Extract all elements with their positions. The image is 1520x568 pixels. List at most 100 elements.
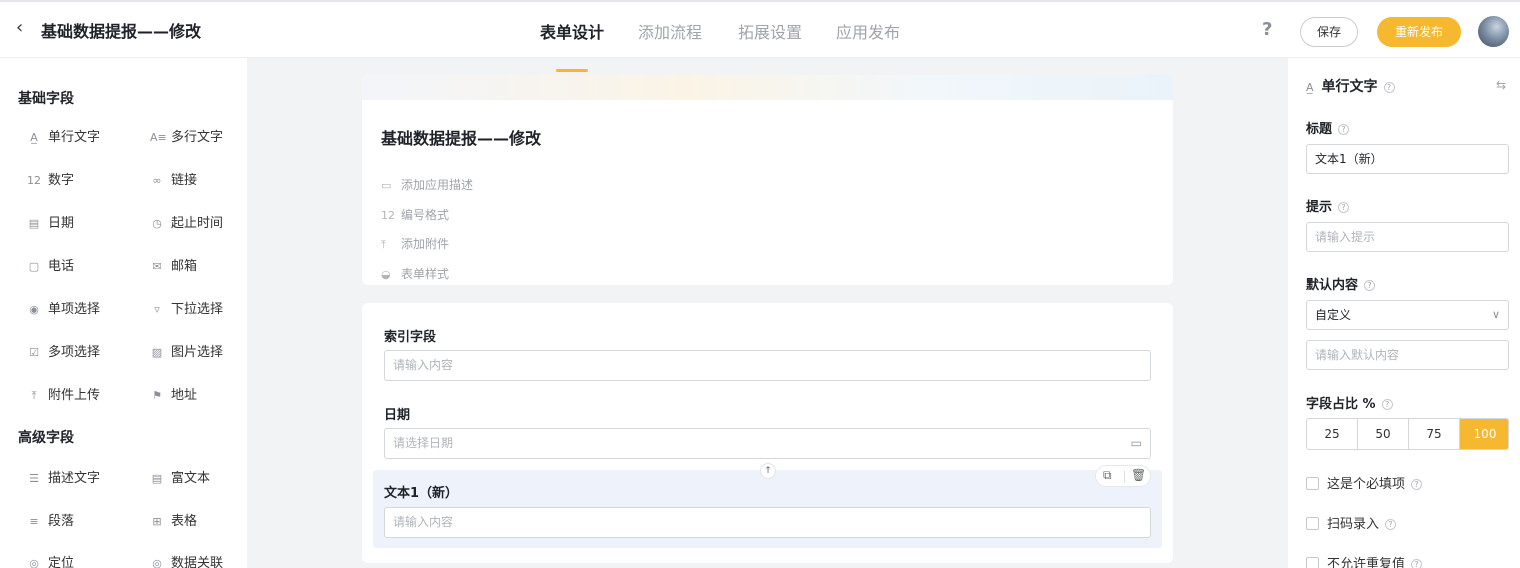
label-text: 默认内容 — [1306, 278, 1359, 293]
field-date[interactable]: ▤ 日期 — [27, 212, 74, 232]
field-data-link[interactable]: ◎ 数据关联 — [150, 552, 223, 568]
field-label: 起止时间 — [171, 216, 224, 231]
field-label: 表格 — [171, 514, 198, 529]
field-location[interactable]: ◎ 定位 — [27, 552, 74, 568]
checkbox-box[interactable] — [1306, 517, 1319, 530]
advanced-fields-title: 高级字段 — [18, 430, 74, 446]
tab-app-publish[interactable]: 应用发布 — [836, 19, 900, 43]
ratio-option-25[interactable]: 25 — [1307, 419, 1358, 449]
question-icon[interactable]: ? — [1383, 81, 1395, 93]
field-address[interactable]: ⚑ 地址 — [150, 384, 197, 404]
checkbox-box[interactable] — [1306, 477, 1319, 490]
avatar[interactable] — [1478, 16, 1509, 47]
question-icon[interactable]: ? — [1381, 399, 1393, 410]
select-value: 自定义 — [1315, 308, 1352, 322]
field-label: 定位 — [48, 556, 75, 568]
top-bar: ‹ 基础数据提报——修改 表单设计 添加流程 拓展设置 应用发布 ? 保存 重新… — [0, 0, 1520, 72]
ratio-option-50[interactable]: 50 — [1358, 419, 1409, 449]
label-text: 字段占比 % — [1306, 397, 1376, 412]
form-header-card[interactable]: 基础数据提报——修改 ▭ 添加应用描述 12 编号格式 ⤒ 添加附件 ◒ 表单样式 — [362, 75, 1173, 285]
ratio-option-100[interactable]: 100 — [1460, 419, 1508, 449]
radio-icon: ◉ — [29, 303, 39, 316]
meta-label: 表单样式 — [401, 267, 450, 281]
copy-icon[interactable]: ⧉ — [1103, 468, 1112, 483]
hint-input[interactable]: 请输入提示 — [1306, 222, 1509, 252]
question-icon[interactable]: ? — [1411, 479, 1423, 490]
tab-add-process[interactable]: 添加流程 — [638, 19, 702, 43]
field-checkbox[interactable]: ☑ 多项选择 — [27, 341, 100, 361]
number-icon: 12 — [27, 174, 41, 187]
form-title[interactable]: 基础数据提报——修改 — [381, 125, 541, 149]
field-table[interactable]: ⊞ 表格 — [150, 510, 197, 530]
field-label: 电话 — [48, 259, 75, 274]
trash-icon[interactable]: 🗑 — [1131, 468, 1146, 482]
field-multi-line-text[interactable]: A≡ 多行文字 — [150, 126, 223, 146]
date-field-label: 日期 — [384, 408, 411, 423]
arrow-up-icon[interactable]: ↑ — [760, 463, 776, 479]
text-field-input[interactable]: 请输入内容 — [384, 507, 1151, 538]
field-label: 图片选择 — [171, 345, 224, 360]
scan-input-checkbox[interactable]: 扫码录入? — [1306, 513, 1397, 532]
title-label: 标题? — [1306, 118, 1350, 137]
field-rich-text[interactable]: ▤ 富文本 — [150, 467, 210, 487]
attachment-icon: ⤒ — [381, 238, 386, 251]
time-range-icon: ◷ — [152, 217, 162, 230]
date-field-input[interactable]: 请选择日期 ▭ — [384, 428, 1151, 459]
checkbox-label: 这是个必填项 — [1327, 477, 1406, 492]
field-label: 地址 — [171, 388, 198, 403]
add-attachment-link[interactable]: ⤒ 添加附件 — [381, 235, 449, 252]
heading-text: 单行文字 — [1321, 79, 1378, 95]
question-icon[interactable]: ? — [1338, 202, 1350, 213]
number-format-link[interactable]: 12 编号格式 — [381, 206, 449, 223]
index-field-label: 索引字段 — [384, 330, 437, 345]
field-description[interactable]: ☰ 描述文字 — [27, 467, 100, 487]
single-line-text-icon: A̲ — [30, 131, 38, 144]
tab-form-design[interactable]: 表单设计 — [540, 19, 604, 72]
field-dropdown[interactable]: ▿ 下拉选择 — [150, 298, 223, 318]
save-button[interactable]: 保存 — [1300, 17, 1358, 47]
field-image[interactable]: ▨ 图片选择 — [150, 341, 223, 361]
field-time-range[interactable]: ◷ 起止时间 — [150, 212, 223, 232]
field-number[interactable]: 12 数字 — [27, 169, 74, 189]
description-icon: ☰ — [29, 472, 39, 485]
required-checkbox[interactable]: 这是个必填项? — [1306, 473, 1423, 492]
field-label: 日期 — [48, 216, 75, 231]
index-field-input[interactable]: 请输入内容 — [384, 350, 1151, 381]
form-style-link[interactable]: ◒ 表单样式 — [381, 265, 449, 282]
field-paragraph[interactable]: ≡ 段落 — [27, 510, 74, 530]
field-label: 下拉选择 — [171, 302, 224, 317]
default-content-input[interactable]: 请输入默认内容 — [1306, 340, 1509, 370]
ratio-option-75[interactable]: 75 — [1409, 419, 1460, 449]
field-label: 链接 — [171, 173, 198, 188]
meta-label: 添加应用描述 — [401, 178, 474, 192]
field-label: 单项选择 — [48, 302, 101, 317]
field-radio[interactable]: ◉ 单项选择 — [27, 298, 100, 318]
field-link[interactable]: ∞ 链接 — [150, 169, 197, 189]
default-mode-select[interactable]: 自定义 ∨ — [1306, 300, 1509, 330]
republish-button[interactable]: 重新发布 — [1377, 17, 1461, 47]
checkbox-label: 扫码录入 — [1327, 517, 1380, 532]
help-icon[interactable]: ? — [1262, 19, 1272, 40]
question-icon[interactable]: ? — [1411, 559, 1423, 568]
field-mail[interactable]: ✉ 邮箱 — [150, 255, 197, 275]
date-icon: ▤ — [28, 217, 40, 230]
field-upload[interactable]: ⤒ 附件上传 — [27, 384, 100, 404]
question-icon[interactable]: ? — [1338, 124, 1350, 135]
no-duplicate-checkbox[interactable]: 不允许重复值? — [1306, 553, 1423, 568]
title-input[interactable]: 文本1（新） — [1306, 144, 1509, 174]
mail-icon: ✉ — [152, 260, 162, 273]
rich-text-icon: ▤ — [151, 472, 163, 485]
chevron-left-icon[interactable]: ‹ — [16, 18, 32, 38]
field-single-line-text[interactable]: A̲ 单行文字 — [27, 126, 100, 146]
single-line-text-icon: A̲ — [1306, 81, 1314, 94]
swap-icon[interactable]: ⇆ — [1496, 78, 1506, 92]
tab-extend-settings[interactable]: 拓展设置 — [738, 19, 802, 43]
question-icon[interactable]: ? — [1385, 519, 1397, 530]
selected-text-field[interactable]: ↑ ⧉ 🗑 文本1（新） 请输入内容 — [373, 463, 1162, 548]
add-description-link[interactable]: ▭ 添加应用描述 — [381, 176, 473, 193]
question-icon[interactable]: ? — [1364, 280, 1376, 291]
field-label: 富文本 — [171, 471, 211, 486]
field-phone[interactable]: ▢ 电话 — [27, 255, 74, 275]
checkbox-box[interactable] — [1306, 557, 1319, 568]
calendar-icon[interactable]: ▭ — [1131, 429, 1142, 458]
